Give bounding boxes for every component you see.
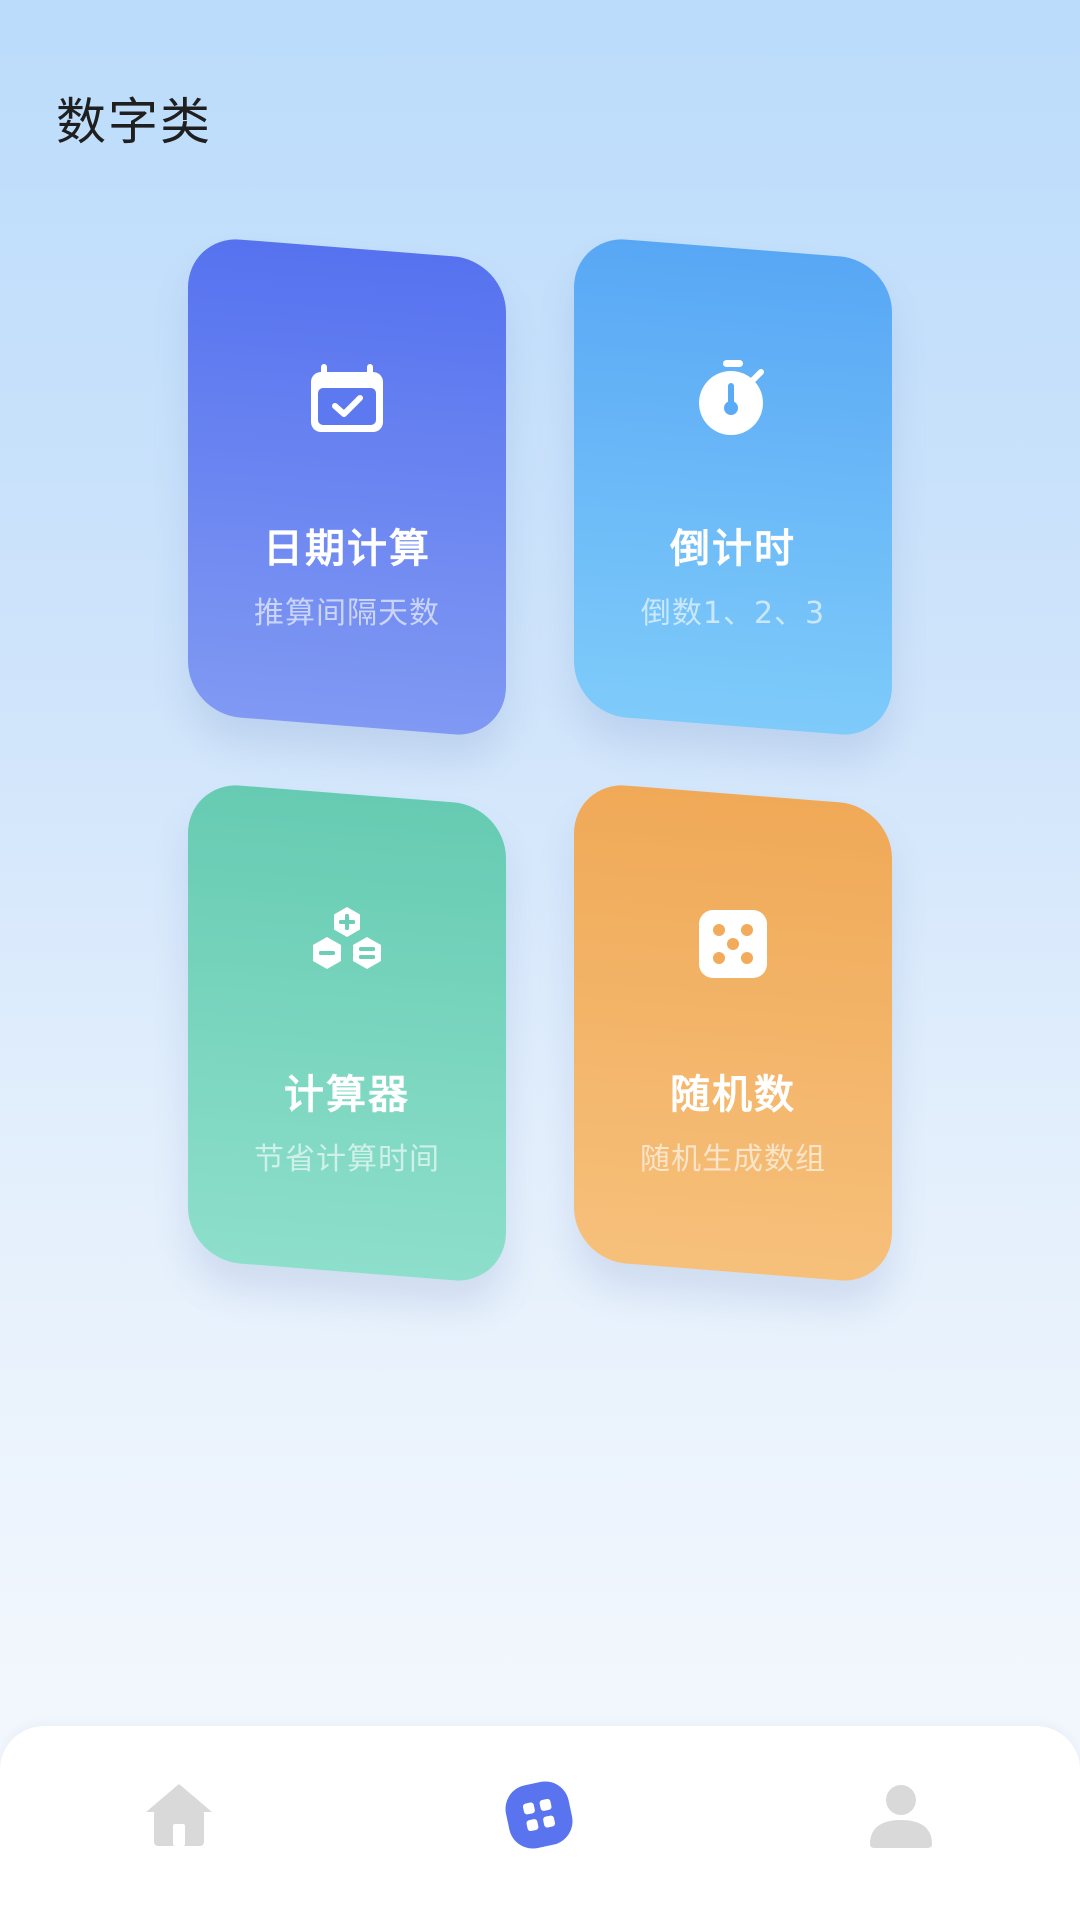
calculator-hexagon-icon	[307, 904, 387, 984]
card-title: 倒计时	[670, 526, 796, 572]
dice-icon	[693, 904, 773, 984]
card-subtitle: 推算间隔天数	[254, 596, 440, 631]
card-title: 日期计算	[263, 526, 431, 572]
card-subtitle: 倒数1、2、3	[640, 596, 826, 631]
nav-tools-tab[interactable]	[494, 1770, 584, 1860]
page-title: 数字类	[56, 93, 212, 151]
card-subtitle: 节省计算时间	[254, 1142, 440, 1177]
countdown-card[interactable]: 倒计时 倒数1、2、3	[574, 235, 892, 739]
date-calc-card[interactable]: 日期计算 推算间隔天数	[188, 235, 506, 739]
random-number-card[interactable]: 随机数 随机生成数组	[574, 781, 892, 1285]
nav-home-tab[interactable]	[134, 1770, 224, 1860]
calendar-check-icon	[307, 358, 387, 438]
calculator-card[interactable]: 计算器 节省计算时间	[188, 781, 506, 1285]
tools-grid-icon	[505, 1781, 573, 1849]
home-icon	[146, 1784, 212, 1846]
nav-profile-tab[interactable]	[856, 1770, 946, 1860]
profile-icon	[870, 1785, 932, 1848]
bottom-nav-bar	[0, 1726, 1080, 1920]
card-title: 随机数	[670, 1072, 796, 1118]
stopwatch-icon	[693, 358, 773, 438]
card-subtitle: 随机生成数组	[640, 1142, 826, 1177]
card-title: 计算器	[284, 1072, 410, 1118]
